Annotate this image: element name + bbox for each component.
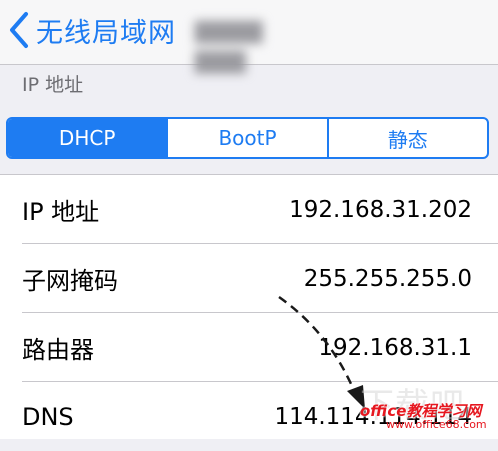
segment-bootp[interactable]: BootP xyxy=(166,119,326,157)
network-name-title: ▇▇▇▇ ▇▇▇ xyxy=(195,19,263,74)
row-label: 子网掩码 xyxy=(22,267,118,295)
row-router: 路由器 192.168.31.1 xyxy=(0,313,498,382)
back-button[interactable]: 无线局域网 xyxy=(6,8,176,52)
navigation-bar: 无线局域网 ▇▇▇▇ ▇▇▇ xyxy=(0,0,498,74)
row-dns[interactable]: DNS 114.114.114.114 xyxy=(0,382,498,451)
ip-mode-segmented-control: DHCP BootP 静态 xyxy=(6,117,489,159)
row-label: IP 地址 xyxy=(22,198,100,226)
row-ip-address: IP 地址 192.168.31.202 xyxy=(0,175,498,244)
ip-settings-table: IP 地址 192.168.31.202 子网掩码 255.255.255.0 … xyxy=(0,174,498,439)
back-label: 无线局域网 xyxy=(36,17,176,49)
chevron-left-icon xyxy=(10,12,28,48)
row-value: 255.255.255.0 xyxy=(303,265,472,292)
section-header-ip-address: IP 地址 xyxy=(22,74,84,96)
row-subnet-mask: 子网掩码 255.255.255.0 xyxy=(0,244,498,313)
row-label: 路由器 xyxy=(22,336,94,364)
segment-dhcp[interactable]: DHCP xyxy=(8,119,167,157)
dashed-arrow-icon xyxy=(278,295,365,409)
row-label: DNS xyxy=(22,402,74,431)
row-value: 192.168.31.202 xyxy=(289,196,472,223)
segment-static[interactable]: 静态 xyxy=(326,119,487,157)
